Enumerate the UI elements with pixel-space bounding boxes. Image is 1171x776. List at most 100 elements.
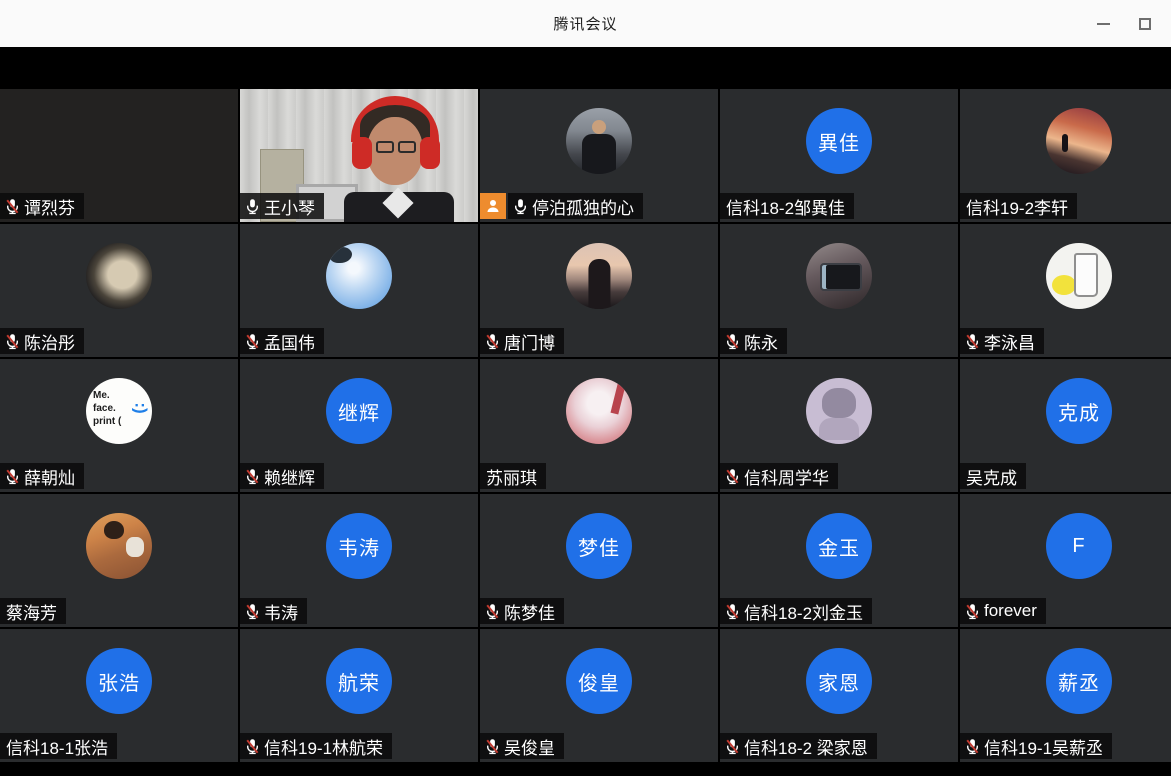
participant-tile[interactable]: 金玉 信科18-2刘金玉 <box>720 494 958 627</box>
avatar <box>1046 243 1112 309</box>
participant-tile[interactable]: 梦佳 陈梦佳 <box>480 494 718 627</box>
participant-name: 谭烈芬 <box>24 198 75 218</box>
participant-tile[interactable]: 唐门博 <box>480 224 718 357</box>
participant-tile[interactable]: 家恩 信科18-2 梁家恩 <box>720 629 958 762</box>
bottom-letterbox <box>0 762 1171 776</box>
nameplate: 赖继辉 <box>240 463 324 489</box>
headphone-earcup <box>352 137 372 169</box>
avatar-text-line: Me. <box>93 390 110 401</box>
glasses <box>376 141 416 153</box>
participant-tile[interactable]: 张浩 信科18-1张浩 <box>0 629 238 762</box>
avatar <box>806 243 872 309</box>
mic-muted-icon <box>246 468 259 484</box>
nameplate-row: 信科19-1林航荣 <box>240 733 393 759</box>
avatar: 異佳 <box>806 108 872 174</box>
minimize-button[interactable] <box>1081 0 1125 47</box>
participant-tile[interactable]: 航荣 信科19-1林航荣 <box>240 629 478 762</box>
participant-tile[interactable]: Me. face. print ( :) 薛朝灿 <box>0 359 238 492</box>
host-user-badge-icon <box>480 193 506 219</box>
nameplate: 吴俊皇 <box>480 733 564 759</box>
mic-muted-icon <box>246 603 259 619</box>
nameplate-row: 停泊孤独的心 <box>480 193 643 219</box>
avatar: 俊皇 <box>566 648 632 714</box>
maximize-button[interactable] <box>1123 0 1167 47</box>
avatar <box>1046 108 1112 174</box>
avatar-text-lines: Me. face. print ( <box>93 389 121 428</box>
nameplate: 信科18-2 梁家恩 <box>720 733 877 759</box>
nameplate: 信科18-2刘金玉 <box>720 598 873 624</box>
participant-name: 信科18-2刘金玉 <box>744 603 864 623</box>
mic-muted-icon <box>246 333 259 349</box>
mic-muted-icon <box>246 738 259 754</box>
participant-tile[interactable]: 王小琴 <box>240 89 478 222</box>
nameplate: forever <box>960 598 1046 624</box>
mic-muted-icon <box>6 198 19 214</box>
avatar-text-line: face. <box>93 403 116 414</box>
mic-muted-icon <box>726 468 739 484</box>
mic-muted-icon <box>726 333 739 349</box>
avatar-initials: 異佳 <box>818 132 860 155</box>
mic-on-icon <box>515 198 526 214</box>
participant-tile[interactable]: 陈治彤 <box>0 224 238 357</box>
avatar: 航荣 <box>326 648 392 714</box>
avatar: 张浩 <box>86 648 152 714</box>
mic-muted-icon <box>966 603 979 619</box>
participant-name: forever <box>984 601 1037 620</box>
avatar: 韦涛 <box>326 513 392 579</box>
participant-name: 信科周学华 <box>744 468 829 488</box>
mic-muted-icon <box>966 333 979 349</box>
avatar: 金玉 <box>806 513 872 579</box>
nameplate-row: 李泳昌 <box>960 328 1044 354</box>
participant-name: 王小琴 <box>264 198 315 218</box>
participant-tile[interactable]: 继辉 赖继辉 <box>240 359 478 492</box>
avatar-initials: 金玉 <box>818 537 860 560</box>
participant-tile[interactable]: 谭烈芬 <box>0 89 238 222</box>
participant-tile[interactable]: 薪丞 信科19-1吴薪丞 <box>960 629 1171 762</box>
nameplate: 王小琴 <box>240 193 324 219</box>
participant-tile[interactable]: 韦涛 韦涛 <box>240 494 478 627</box>
participant-tile[interactable]: F forever <box>960 494 1171 627</box>
participant-tile[interactable]: 俊皇 吴俊皇 <box>480 629 718 762</box>
mic-on-icon <box>247 198 258 214</box>
participant-tile[interactable]: 孟国伟 <box>240 224 478 357</box>
nameplate-row: 吴俊皇 <box>480 733 564 759</box>
headphone-earcup <box>420 137 440 169</box>
participant-tile[interactable]: 停泊孤独的心 <box>480 89 718 222</box>
participant-tile[interactable]: 異佳 信科18-2邹異佳 <box>720 89 958 222</box>
minimize-icon <box>1096 22 1110 25</box>
participant-tile[interactable]: 李泳昌 <box>960 224 1171 357</box>
participant-tile[interactable]: 信科19-2李轩 <box>960 89 1171 222</box>
mic-muted-icon <box>486 738 499 754</box>
mic-muted-icon <box>726 603 739 619</box>
nameplate: 停泊孤独的心 <box>508 193 643 219</box>
participant-tile[interactable]: 陈永 <box>720 224 958 357</box>
nameplate-row: 陈梦佳 <box>480 598 564 624</box>
avatar-initials: 张浩 <box>98 672 140 695</box>
avatar: 薪丞 <box>1046 648 1112 714</box>
participant-name: 停泊孤独的心 <box>532 198 634 218</box>
participant-tile[interactable]: 蔡海芳 <box>0 494 238 627</box>
nameplate-row: 陈永 <box>720 328 787 354</box>
participant-tile[interactable]: 克成 吴克成 <box>960 359 1171 492</box>
participant-name: 韦涛 <box>264 603 298 623</box>
participant-tile[interactable]: 苏丽琪 <box>480 359 718 492</box>
participant-tile[interactable]: 信科周学华 <box>720 359 958 492</box>
avatar-initials: 家恩 <box>818 672 860 695</box>
participant-name: 赖继辉 <box>264 468 315 488</box>
participant-name: 信科19-2李轩 <box>966 198 1069 218</box>
avatar <box>326 243 392 309</box>
participant-name: 信科19-1林航荣 <box>264 738 384 758</box>
avatar <box>806 378 872 444</box>
avatar <box>86 513 152 579</box>
nameplate-row: 信科周学华 <box>720 463 838 489</box>
nameplate: 信科19-1林航荣 <box>240 733 393 759</box>
avatar-initials: F <box>1072 534 1086 557</box>
participant-name: 吴克成 <box>966 468 1017 488</box>
mic-muted-icon <box>6 333 19 349</box>
avatar: 克成 <box>1046 378 1112 444</box>
avatar-initials: 俊皇 <box>578 672 620 695</box>
avatar <box>86 243 152 309</box>
avatar-smiley: :) <box>131 402 151 414</box>
avatar-initials: 继辉 <box>338 402 380 425</box>
participant-name: 苏丽琪 <box>486 468 537 488</box>
